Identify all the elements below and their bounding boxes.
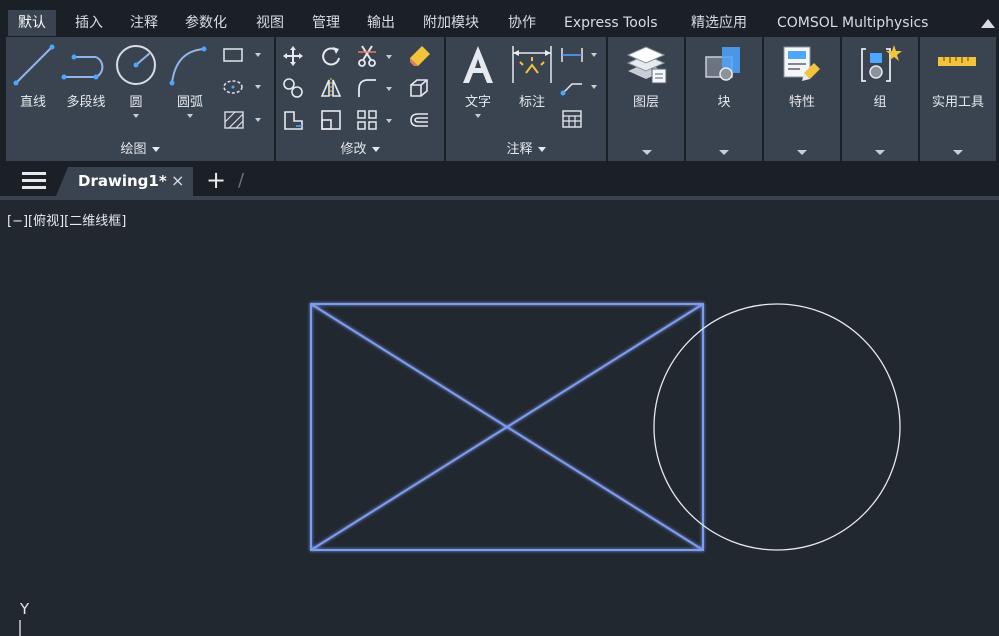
circle-dropdown-icon[interactable]	[133, 114, 139, 118]
layers-dropdown-icon[interactable]	[642, 150, 652, 155]
utilities-label[interactable]: 实用工具	[920, 91, 996, 110]
modify-panel-title[interactable]: 修改	[276, 138, 444, 157]
properties-icon[interactable]	[780, 43, 824, 87]
arc-icon[interactable]	[166, 43, 210, 87]
file-tab-label: Drawing1*	[78, 172, 167, 190]
group-icon[interactable]	[858, 43, 902, 87]
utilities-panel: 实用工具	[920, 37, 996, 161]
properties-label[interactable]: 特性	[764, 91, 840, 110]
ucs-y-label: Y	[20, 600, 30, 618]
layers-panel: 图层	[608, 37, 684, 161]
linear-dimension-dropdown-icon[interactable]	[591, 53, 597, 57]
properties-panel: 特性	[764, 37, 840, 161]
modify-panel: 修改	[276, 37, 444, 161]
groups-panel: 组	[842, 37, 918, 161]
leader-icon[interactable]	[560, 78, 584, 96]
draw-panel: 直线 多段线 圆 圆弧 绘图	[6, 37, 274, 161]
tab-parametric[interactable]: 参数化	[175, 10, 237, 36]
ribbon-tab-bar: 默认 插入 注释 参数化 视图 管理 输出 附加模块 协作 Express To…	[0, 0, 999, 37]
dimension-tool-label[interactable]: 标注	[512, 91, 552, 110]
ellipse-dropdown-icon[interactable]	[255, 85, 261, 89]
table-icon[interactable]	[562, 110, 582, 128]
array-icon[interactable]	[356, 109, 378, 131]
text-tool-label[interactable]: 文字	[458, 91, 498, 110]
leader-dropdown-icon[interactable]	[591, 85, 597, 89]
hatch-icon[interactable]	[224, 111, 244, 129]
rectangle-dropdown-icon[interactable]	[255, 53, 261, 57]
close-tab-icon[interactable]: ×	[171, 171, 184, 190]
hatch-dropdown-icon[interactable]	[255, 118, 261, 122]
mirror-icon[interactable]	[320, 77, 342, 99]
layers-icon[interactable]	[624, 43, 668, 87]
tab-addins[interactable]: 附加模块	[413, 10, 489, 36]
block-dropdown-icon[interactable]	[719, 150, 729, 155]
properties-dropdown-icon[interactable]	[797, 150, 807, 155]
trim-icon[interactable]	[356, 44, 378, 68]
hamburger-menu-icon[interactable]	[22, 172, 46, 190]
line-tool-label[interactable]: 直线	[14, 91, 52, 110]
ribbon: 直线 多段线 圆 圆弧 绘图 修改 文字 标注 注释 图层 块 特性 组 实用工…	[0, 37, 999, 163]
scale-icon[interactable]	[320, 109, 342, 131]
polyline-icon[interactable]	[60, 43, 110, 87]
text-dropdown-icon[interactable]	[475, 114, 481, 118]
drawing-viewport[interactable]: [−][俯视][二维线框] Y	[0, 200, 999, 636]
drawing-canvas[interactable]	[0, 200, 999, 636]
explode-icon[interactable]	[408, 77, 430, 99]
annotation-panel: 文字 标注 注释	[446, 37, 606, 161]
fillet-dropdown-icon[interactable]	[386, 87, 392, 91]
ribbon-minimize-icon[interactable]	[981, 19, 995, 28]
tab-insert[interactable]: 插入	[65, 10, 113, 36]
tab-output[interactable]: 输出	[357, 10, 405, 36]
annotation-panel-title[interactable]: 注释	[446, 138, 606, 157]
ellipse-icon[interactable]	[222, 79, 244, 95]
group-label[interactable]: 组	[842, 91, 918, 110]
draw-panel-title[interactable]: 绘图	[6, 138, 274, 157]
tab-collaborate[interactable]: 协作	[498, 10, 546, 36]
circle-icon[interactable]	[114, 43, 158, 87]
tab-default[interactable]: 默认	[8, 10, 56, 36]
move-icon[interactable]	[282, 45, 304, 67]
trim-dropdown-icon[interactable]	[386, 55, 392, 59]
tab-annotate[interactable]: 注释	[120, 10, 168, 36]
stretch-icon[interactable]	[282, 109, 304, 131]
array-dropdown-icon[interactable]	[386, 119, 392, 123]
arc-dropdown-icon[interactable]	[187, 114, 193, 118]
rotate-icon[interactable]	[320, 45, 342, 67]
erase-icon[interactable]	[408, 44, 432, 68]
block-panel: 块	[686, 37, 762, 161]
tab-separator: /	[238, 170, 245, 191]
tab-view[interactable]: 视图	[246, 10, 294, 36]
dimension-icon[interactable]	[510, 43, 554, 87]
layers-label[interactable]: 图层	[608, 91, 684, 110]
rectangle-icon[interactable]	[222, 47, 244, 63]
tab-comsol[interactable]: COMSOL Multiphysics	[767, 10, 938, 36]
arc-tool-label[interactable]: 圆弧	[170, 91, 210, 110]
block-label[interactable]: 块	[686, 91, 762, 110]
linear-dimension-icon[interactable]	[560, 46, 584, 64]
copy-icon[interactable]	[282, 77, 304, 99]
tab-drawing1[interactable]: Drawing1* ×	[56, 167, 193, 196]
offset-icon[interactable]	[408, 109, 430, 131]
group-dropdown-icon[interactable]	[875, 150, 885, 155]
text-icon[interactable]	[458, 43, 498, 87]
polyline-tool-label[interactable]: 多段线	[58, 91, 114, 110]
measure-icon[interactable]	[936, 51, 980, 75]
utilities-dropdown-icon[interactable]	[953, 150, 963, 155]
circle-geometry[interactable]	[653, 303, 901, 551]
circle-tool-label[interactable]: 圆	[118, 91, 154, 110]
new-drawing-tab-icon[interactable]: +	[206, 168, 226, 192]
block-icon[interactable]	[702, 43, 746, 87]
fillet-icon[interactable]	[356, 77, 378, 99]
line-icon[interactable]	[12, 43, 56, 87]
tab-express-tools[interactable]: Express Tools	[554, 10, 668, 36]
tab-featured-apps[interactable]: 精选应用	[681, 10, 757, 36]
tab-manage[interactable]: 管理	[302, 10, 350, 36]
